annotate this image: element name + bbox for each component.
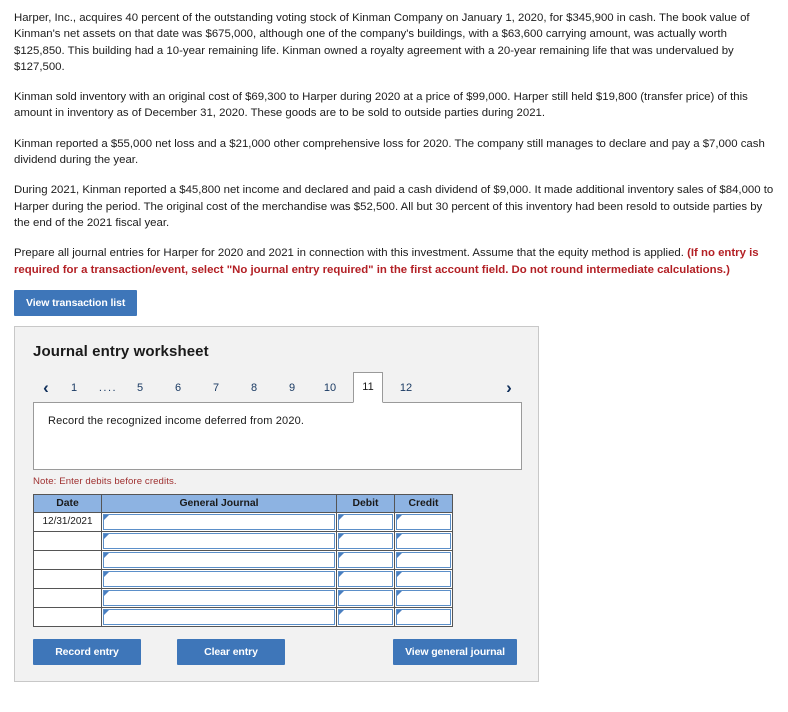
account-select-input[interactable] [103,513,335,530]
account-select-input[interactable] [103,589,335,606]
entry-description-box: Record the recognized income deferred fr… [33,401,522,470]
debit-amount-input[interactable] [338,589,393,606]
journal-table-header-row: Date General Journal Debit Credit [33,493,453,513]
debit-amount-input[interactable] [338,532,393,549]
account-select-input[interactable] [103,532,335,549]
debit-amount-input[interactable] [338,570,393,587]
pagination-prev-icon[interactable]: ‹ [33,374,59,402]
pagination-item-9[interactable]: 9 [277,374,307,402]
journal-entry-table: Date General Journal Debit Credit 12/31/… [33,493,453,627]
pagination-next-icon[interactable]: › [496,374,522,402]
credit-amount-input[interactable] [396,589,451,606]
cell-general-journal-row-2[interactable] [101,530,337,551]
table-row: 12/31/2021 [33,511,453,532]
cell-date-row-1: 12/31/2021 [33,511,102,532]
worksheet-title: Journal entry worksheet [33,342,209,360]
problem-narrative: Harper, Inc., acquires 40 percent of the… [14,10,774,278]
cell-debit-row-5[interactable] [336,587,395,608]
account-select-input[interactable] [103,570,335,587]
debit-amount-input[interactable] [338,513,393,530]
narrative-paragraph-3: Kinman reported a $55,000 net loss and a… [14,137,765,167]
debit-amount-input[interactable] [338,551,393,568]
cell-credit-row-6[interactable] [394,606,453,627]
credit-amount-input[interactable] [396,551,451,568]
cell-general-journal-row-1[interactable] [101,511,337,532]
narrative-instructions: Prepare all journal entries for Harper f… [14,245,774,278]
table-row [33,549,453,570]
cell-date-row-3 [33,549,102,570]
table-row [33,606,453,627]
cell-debit-row-1[interactable] [336,511,395,532]
cell-date-row-4 [33,568,102,589]
table-row [33,568,453,589]
cell-debit-row-4[interactable] [336,568,395,589]
journal-entry-worksheet-panel: Journal entry worksheet ‹ 1 .... 5 6 7 8… [14,325,539,682]
credit-amount-input[interactable] [396,532,451,549]
pagination-item-12[interactable]: 12 [391,374,421,402]
cell-credit-row-5[interactable] [394,587,453,608]
cell-general-journal-row-4[interactable] [101,568,337,589]
journal-table-head: Date General Journal Debit Credit [33,493,453,513]
narrative-paragraph-1: Harper, Inc., acquires 40 percent of the… [14,12,750,73]
account-select-input[interactable] [103,551,335,568]
worksheet-footer-actions: Record entry Clear entry View general jo… [33,638,517,665]
column-header-credit: Credit [394,493,453,513]
cell-date-row-5 [33,587,102,608]
instructions-plain-text: Prepare all journal entries for Harper f… [14,247,688,260]
cell-credit-row-2[interactable] [394,530,453,551]
pagination-item-10[interactable]: 10 [315,374,345,402]
cell-general-journal-row-3[interactable] [101,549,337,570]
cell-credit-row-1[interactable] [394,511,453,532]
pagination-item-7[interactable]: 7 [201,374,231,402]
narrative-paragraph-2: Kinman sold inventory with an original c… [14,91,748,120]
cell-credit-row-3[interactable] [394,549,453,570]
column-header-general-journal: General Journal [101,493,337,513]
worksheet-pagination: ‹ 1 .... 5 6 7 8 9 10 11 12 › [33,371,522,403]
pagination-item-6[interactable]: 6 [163,374,193,402]
credit-amount-input[interactable] [396,513,451,530]
cell-general-journal-row-5[interactable] [101,587,337,608]
cell-date-row-2 [33,530,102,551]
cell-debit-row-3[interactable] [336,549,395,570]
cell-credit-row-4[interactable] [394,568,453,589]
pagination-item-11-selected[interactable]: 11 [353,371,383,403]
narrative-paragraph-4: During 2021, Kinman reported a $45,800 n… [14,184,774,229]
table-row [33,530,453,551]
view-general-journal-button[interactable]: View general journal [393,638,517,665]
account-select-input[interactable] [103,608,335,625]
cell-debit-row-2[interactable] [336,530,395,551]
pagination-item-8[interactable]: 8 [239,374,269,402]
record-entry-button[interactable]: Record entry [33,638,141,665]
entry-description-text: Record the recognized income deferred fr… [48,414,305,427]
cell-debit-row-6[interactable] [336,606,395,627]
pagination-item-1[interactable]: 1 [59,374,89,402]
credit-amount-input[interactable] [396,570,451,587]
column-header-date: Date [33,493,102,513]
column-header-debit: Debit [336,493,395,513]
clear-entry-button[interactable]: Clear entry [177,638,285,665]
debits-before-credits-note: Note: Enter debits before credits. [33,475,177,487]
credit-amount-input[interactable] [396,608,451,625]
page-container: Harper, Inc., acquires 40 percent of the… [0,0,788,682]
view-transaction-list-button[interactable]: View transaction list [14,289,138,316]
debit-amount-input[interactable] [338,608,393,625]
journal-table-body: 12/31/2021 [33,511,453,627]
cell-date-row-6 [33,606,102,627]
table-row [33,587,453,608]
pagination-ellipsis: .... [98,382,118,395]
pagination-item-5[interactable]: 5 [125,374,155,402]
cell-general-journal-row-6[interactable] [101,606,337,627]
